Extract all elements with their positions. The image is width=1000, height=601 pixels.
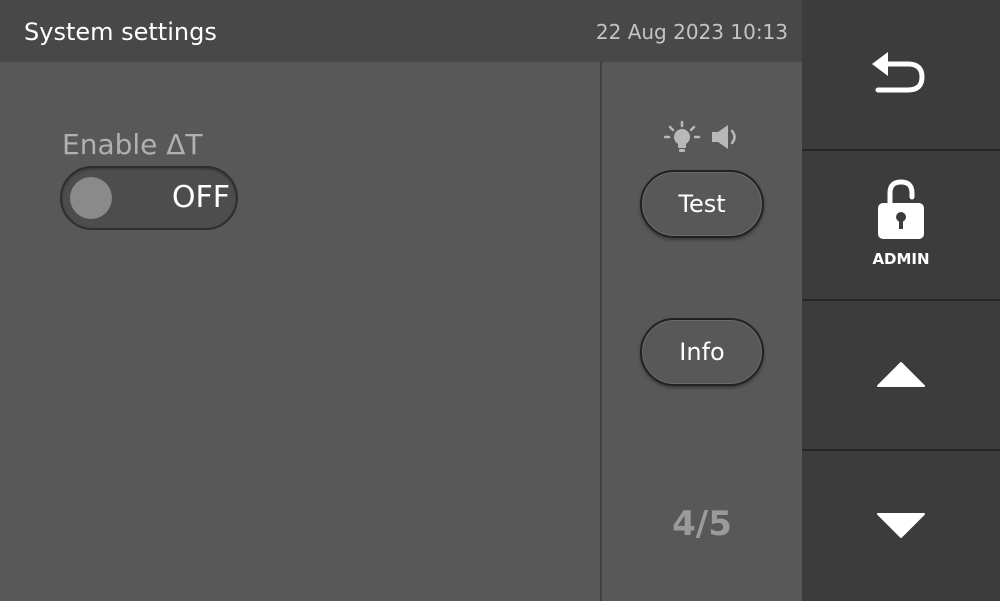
test-button[interactable]: Test [640,170,764,238]
indicator-icons [662,120,746,156]
enable-delta-t-toggle[interactable]: OFF [60,166,238,230]
enable-delta-t-label: Enable ΔT [62,128,203,161]
page-indicator: 4/5 [672,504,732,544]
toggle-state-text: OFF [171,180,230,215]
datetime-display: 22 Aug 2023 10:13 [595,20,788,44]
speaker-icon [712,125,736,149]
screen: System settings 22 Aug 2023 10:13 Enable… [0,0,1000,601]
scroll-down-button[interactable] [802,451,1000,601]
header-bar: System settings 22 Aug 2023 10:13 [0,0,802,62]
back-button[interactable] [802,0,1000,149]
light-bulb-icon [663,120,736,152]
nav-column: ADMIN [802,0,1000,601]
admin-login-button[interactable]: ADMIN [802,151,1000,299]
padlock-icon [878,179,924,239]
info-button[interactable]: Info [640,318,764,386]
side-panel: Test Info 4/5 [602,62,802,601]
back-arrow-icon [872,52,925,93]
settings-panel: Enable ΔT OFF [0,62,600,601]
page-title: System settings [24,18,217,46]
triangle-up-icon [877,362,925,387]
toggle-knob [70,177,112,219]
scroll-up-button[interactable] [802,301,1000,449]
triangle-down-icon [877,513,925,538]
admin-label: ADMIN [872,250,930,268]
